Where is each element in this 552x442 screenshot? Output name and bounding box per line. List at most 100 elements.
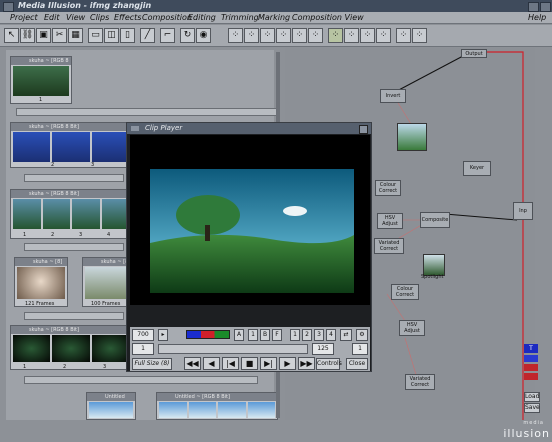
page-tool-icon[interactable]: ▯: [120, 28, 135, 43]
clip-window[interactable]: Untitled: [86, 392, 136, 420]
view-b-button[interactable]: B: [260, 329, 270, 341]
clip-tool-icon[interactable]: ▭: [88, 28, 103, 43]
clip-window[interactable]: skuha ~ [RGB 8 Bit] 1: [10, 56, 72, 104]
node-variated-correct-1[interactable]: Variated Correct: [374, 238, 404, 254]
num-1-button[interactable]: 1: [290, 329, 300, 341]
start-frame-input[interactable]: 1: [132, 343, 154, 355]
save-button[interactable]: Save: [524, 403, 540, 413]
stop-button[interactable]: ■: [241, 357, 258, 370]
clip-window[interactable]: skuha ~ [8] 121 Frames: [14, 257, 68, 307]
view-f-button[interactable]: F: [272, 329, 282, 341]
color-swatch-red-2[interactable]: [524, 373, 538, 380]
menu-composition-view[interactable]: Composition View: [292, 12, 364, 24]
node-tool-10-icon[interactable]: ⁘: [376, 28, 391, 43]
player-maximize-button[interactable]: [359, 125, 368, 134]
node-hsv-adjust-1[interactable]: HSV Adjust: [377, 213, 403, 229]
settings-icon[interactable]: ⚙: [356, 329, 368, 341]
clip-window[interactable]: Untitled ~ [RGB 8 Bit]: [156, 392, 278, 420]
view-1-button[interactable]: 1: [248, 329, 258, 341]
play-reverse-button[interactable]: ◀: [203, 357, 220, 370]
color-tool-icon[interactable]: ◉: [196, 28, 211, 43]
window-menu-button[interactable]: [3, 2, 14, 12]
crop-tool-icon[interactable]: ⌐: [160, 28, 175, 43]
end-frame-input[interactable]: 125: [312, 343, 334, 355]
load-button[interactable]: Load: [524, 392, 540, 402]
clip-scrollbar[interactable]: [24, 312, 124, 320]
loop-icon[interactable]: ⇄: [340, 329, 352, 341]
node-tool-11-icon[interactable]: ⁘: [396, 28, 411, 43]
close-button[interactable]: Close: [346, 358, 368, 370]
color-swatch-red[interactable]: [524, 364, 538, 371]
maximize-button[interactable]: [540, 2, 551, 12]
node-image-thumbnail[interactable]: [397, 123, 427, 151]
grid-tool-icon[interactable]: ▦: [68, 28, 83, 43]
node-tool-8-icon[interactable]: ⁘: [344, 28, 359, 43]
clip-window[interactable]: skuha ~ [RGB 8 Bit] 2 3: [10, 122, 132, 168]
clip-scrollbar[interactable]: [24, 376, 258, 384]
trim-tool-icon[interactable]: ✂: [52, 28, 67, 43]
color-swatch-blue[interactable]: [524, 355, 538, 362]
video-viewer[interactable]: [130, 135, 370, 305]
menu-trimming[interactable]: Trimming: [221, 12, 259, 24]
clip-scrollbar[interactable]: [16, 108, 278, 116]
go-to-start-button[interactable]: |◀: [222, 357, 239, 370]
num-3-button[interactable]: 3: [314, 329, 324, 341]
controls-button[interactable]: Controls: [316, 358, 342, 370]
node-tool-9-icon[interactable]: ⁘: [360, 28, 375, 43]
node-colour-correct-1[interactable]: Colour Correct: [375, 180, 401, 196]
window-tool-icon[interactable]: ◫: [104, 28, 119, 43]
node-composite[interactable]: Composite: [420, 212, 450, 228]
menu-composition[interactable]: Composition: [142, 12, 192, 24]
end-frame-input-2[interactable]: 1: [352, 343, 368, 355]
node-invert[interactable]: Invert: [380, 89, 406, 103]
node-variated-correct-2[interactable]: Variated Correct: [405, 374, 435, 390]
node-hsv-adjust-2[interactable]: HSV Adjust: [399, 320, 425, 336]
tool-button-t[interactable]: T: [524, 344, 538, 353]
fast-forward-button[interactable]: ▶▶: [298, 357, 315, 370]
go-to-end-button[interactable]: ▶|: [260, 357, 277, 370]
minimize-button[interactable]: [528, 2, 539, 12]
menu-view[interactable]: View: [66, 12, 85, 24]
player-menu-button[interactable]: [131, 126, 139, 131]
node-output[interactable]: Output: [461, 49, 487, 58]
node-tool-5-icon[interactable]: ⁘: [292, 28, 307, 43]
menu-clips[interactable]: Clips: [90, 12, 109, 24]
menu-help[interactable]: Help: [528, 12, 546, 24]
step-button[interactable]: ▸: [158, 329, 168, 341]
node-keyer[interactable]: Keyer: [463, 161, 491, 176]
menu-editing[interactable]: Editing: [188, 12, 216, 24]
node-colour-correct-2[interactable]: Colour Correct: [391, 284, 419, 300]
cursor-tool-icon[interactable]: ↖: [4, 28, 19, 43]
node-tool-12-icon[interactable]: ⁘: [412, 28, 427, 43]
menu-edit[interactable]: Edit: [44, 12, 60, 24]
node-input[interactable]: Inp: [513, 202, 533, 220]
clip-scrollbar[interactable]: [24, 243, 124, 251]
channel-selector[interactable]: [186, 330, 230, 339]
num-4-button[interactable]: 4: [326, 329, 336, 341]
link-tool-icon[interactable]: ⛓: [20, 28, 35, 43]
node-tool-4-icon[interactable]: ⁘: [276, 28, 291, 43]
num-2-button[interactable]: 2: [302, 329, 312, 341]
frame-input[interactable]: 700: [132, 329, 154, 341]
menu-marking[interactable]: Marking: [258, 12, 290, 24]
clip-scrollbar[interactable]: [24, 174, 124, 182]
node-tool-1-icon[interactable]: ⁘: [228, 28, 243, 43]
clip-window[interactable]: skuha ~ [RGB 8 Bit] 1 2 3 4: [10, 189, 132, 239]
save-tool-icon[interactable]: ▣: [36, 28, 51, 43]
node-spotlight-thumbnail[interactable]: [423, 254, 445, 276]
rewind-button[interactable]: ◀◀: [184, 357, 201, 370]
node-tool-7-icon[interactable]: ⁘: [328, 28, 343, 43]
menu-effects[interactable]: Effects: [114, 12, 141, 24]
node-tool-2-icon[interactable]: ⁘: [244, 28, 259, 43]
size-dropdown[interactable]: Full Size (8): [132, 358, 172, 370]
play-button[interactable]: ▶: [279, 357, 296, 370]
view-a-button[interactable]: A: [234, 329, 244, 341]
pen-tool-icon[interactable]: ╱: [140, 28, 155, 43]
timeline-slider[interactable]: [158, 344, 308, 354]
node-tool-6-icon[interactable]: ⁘: [308, 28, 323, 43]
node-tool-3-icon[interactable]: ⁘: [260, 28, 275, 43]
rotate-tool-icon[interactable]: ↻: [180, 28, 195, 43]
clip-window[interactable]: skuha ~ [8] 100 Frames: [82, 257, 132, 307]
menu-project[interactable]: Project: [10, 12, 38, 24]
clip-window[interactable]: skuha ~ [RGB 8 Bit] 1 2 3: [10, 325, 132, 370]
